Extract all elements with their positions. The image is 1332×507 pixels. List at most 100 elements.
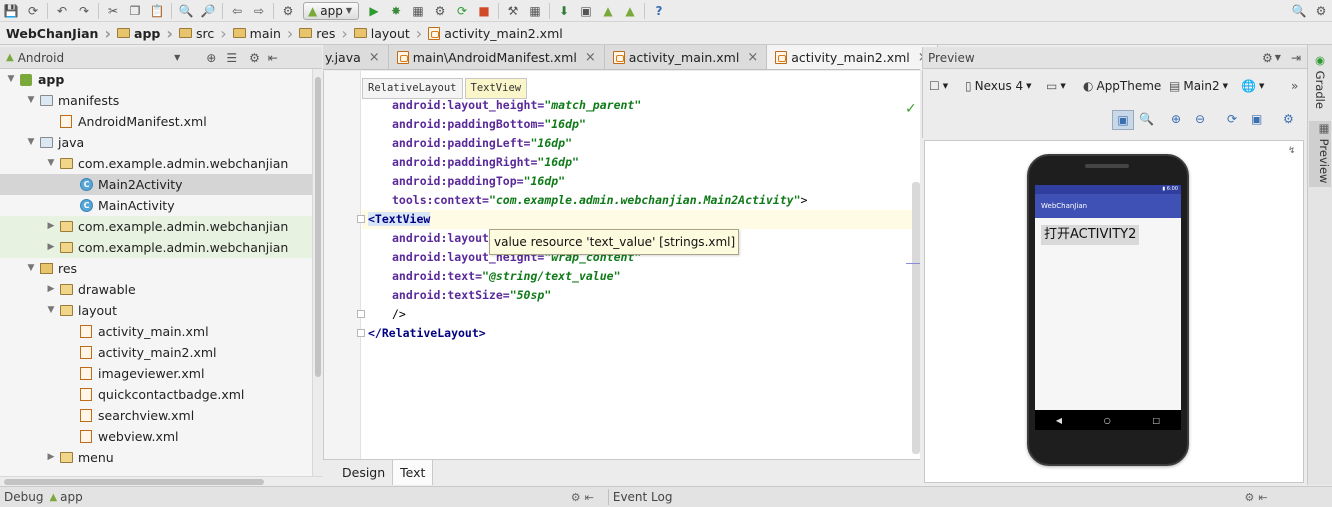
tree-item[interactable]: quickcontactbadge.xml — [0, 384, 312, 405]
preview-options-icon[interactable]: ↯ — [1288, 146, 1296, 156]
tree-item[interactable]: imageviewer.xml — [0, 363, 312, 384]
tree-item[interactable]: activity_main.xml — [0, 321, 312, 342]
expand-arrow-icon[interactable]: ▼ — [26, 90, 36, 111]
fold-marker-icon[interactable] — [357, 215, 365, 223]
orientation-dropdown[interactable]: ▭ ▼ — [1046, 79, 1066, 93]
preview-settings-button[interactable]: ⚙ — [1283, 112, 1294, 126]
breadcrumb-app[interactable]: app › — [114, 22, 176, 45]
activity-dropdown[interactable]: ▤ Main2 ▼ — [1169, 79, 1228, 93]
breadcrumb-file[interactable]: activity_main2.xml — [425, 22, 566, 45]
tree-vertical-scrollbar[interactable] — [312, 69, 322, 476]
help-icon[interactable]: ? — [649, 2, 669, 20]
tree-item[interactable]: searchview.xml — [0, 405, 312, 426]
tab-design[interactable]: Design — [335, 460, 392, 485]
search-icon[interactable]: 🔍 — [1289, 2, 1309, 20]
close-icon[interactable]: × — [369, 50, 380, 65]
tree-item[interactable]: webview.xml — [0, 426, 312, 447]
more-toolbar-button[interactable]: » — [1291, 79, 1298, 93]
fold-marker-icon[interactable] — [357, 310, 365, 318]
save-icon[interactable]: 💾 — [1, 2, 21, 20]
breadcrumb-main[interactable]: main › — [230, 22, 297, 45]
code-line[interactable]: /> — [392, 305, 406, 324]
code-line[interactable]: </RelativeLayout> — [368, 324, 486, 343]
code-line[interactable]: <TextView — [368, 210, 431, 229]
gear-icon[interactable]: ⚙ — [249, 51, 260, 65]
tree-item[interactable]: ▶com.example.admin.webchanjian(test) — [0, 237, 312, 258]
collapse-arrow-icon[interactable]: ▶ — [46, 237, 56, 258]
code-line[interactable]: tools:context="com.example.admin.webchan… — [392, 191, 807, 210]
code-line[interactable]: android:layout_ — [392, 229, 496, 248]
tree-item[interactable]: C Main2Activity — [0, 174, 312, 195]
run-config-dropdown[interactable]: ▲ app ▼ — [303, 1, 359, 20]
breadcrumb-layout[interactable]: layout › — [351, 22, 425, 45]
project-structure-icon[interactable]: ⚒ — [503, 2, 523, 20]
collapse-arrow-icon[interactable]: ▶ — [46, 216, 56, 237]
refresh-button[interactable]: ⟳ — [1227, 112, 1237, 126]
back-icon[interactable]: ⇦ — [227, 2, 247, 20]
redo-icon[interactable]: ↷ — [74, 2, 94, 20]
expand-arrow-icon[interactable]: ▼ — [26, 258, 36, 279]
tree-horizontal-scrollbar[interactable] — [0, 476, 322, 486]
android-sdk-icon[interactable]: ▲ — [620, 2, 640, 20]
tree-item[interactable]: ▼ layout — [0, 300, 312, 321]
close-icon[interactable]: × — [585, 50, 596, 65]
theme-dropdown[interactable]: ◐ AppTheme — [1083, 79, 1161, 93]
scrollbar-thumb[interactable] — [315, 77, 321, 377]
code-line[interactable]: android:text="@string/text_value" — [392, 267, 621, 286]
actual-size-button[interactable]: 🔍 — [1139, 112, 1154, 126]
debug-icon[interactable]: ✸ — [386, 2, 406, 20]
device-dropdown[interactable]: ▯ Nexus 4 ▼ — [965, 79, 1032, 93]
cut-icon[interactable]: ✂ — [103, 2, 123, 20]
hide-panel-icon[interactable]: ⇤ — [268, 51, 278, 65]
tree-item[interactable]: activity_main2.xml — [0, 342, 312, 363]
tree-item[interactable]: AndroidManifest.xml — [0, 111, 312, 132]
android-device-monitor-icon[interactable]: ▲ — [598, 2, 618, 20]
tab-text[interactable]: Text — [392, 460, 434, 485]
expand-arrow-icon[interactable]: ▼ — [26, 132, 36, 153]
zoom-out-button[interactable]: ⊖ — [1195, 112, 1205, 126]
code-line[interactable]: android:textSize="50sp" — [392, 286, 551, 305]
tree-item[interactable]: ▶ menu — [0, 447, 312, 468]
collapse-arrow-icon[interactable]: ▶ — [46, 447, 56, 468]
preview-tool-button[interactable]: ▦ Preview — [1309, 121, 1331, 187]
chevron-down-icon[interactable]: ▼ — [1275, 53, 1281, 62]
gear-icon[interactable]: ⚙ — [1262, 51, 1273, 65]
expand-arrow-icon[interactable]: ▼ — [46, 300, 56, 321]
coverage-icon[interactable]: ▦ — [408, 2, 428, 20]
tab-activity-main[interactable]: activity_main.xml × — [605, 45, 768, 69]
attach-debugger-icon[interactable]: ⚙ — [430, 2, 450, 20]
settings-icon[interactable]: ⚙ — [1311, 2, 1331, 20]
project-view-mode[interactable]: Android — [18, 51, 64, 65]
chevron-down-icon[interactable]: ▼ — [174, 53, 180, 62]
code-line[interactable]: android:paddingLeft="16dp" — [392, 134, 572, 153]
replace-icon[interactable]: 🔎 — [198, 2, 218, 20]
preview-textview[interactable]: 打开ACTIVITY2 — [1041, 225, 1140, 245]
close-icon[interactable]: × — [747, 50, 758, 65]
avd-manager-icon[interactable]: ▣ — [576, 2, 596, 20]
tree-item[interactable]: ▼ manifests — [0, 90, 312, 111]
breadcrumb-res[interactable]: res › — [296, 22, 350, 45]
scrollbar-thumb[interactable] — [4, 479, 264, 485]
expand-arrow-icon[interactable]: ▼ — [46, 153, 56, 174]
tree-item[interactable]: ▶ drawable — [0, 279, 312, 300]
forward-icon[interactable]: ⇨ — [249, 2, 269, 20]
expand-arrow-icon[interactable]: ▼ — [6, 69, 16, 90]
tree-item[interactable]: ▼ com.example.admin.webchanjian — [0, 153, 312, 174]
sdk-manager-icon[interactable]: ▦ — [525, 2, 545, 20]
gear-icon[interactable]: ⚙ — [1244, 491, 1254, 504]
paste-icon[interactable]: 📋 — [147, 2, 167, 20]
collapse-arrow-icon[interactable]: ▶ — [46, 279, 56, 300]
tree-item[interactable]: C MainActivity — [0, 195, 312, 216]
scroll-from-source-icon[interactable]: ⊕ — [206, 51, 216, 65]
make-project-icon[interactable]: ⚙ — [278, 2, 298, 20]
zoom-to-fit-button[interactable]: ▣ — [1112, 110, 1134, 130]
code-line[interactable]: android:paddingTop="16dp" — [392, 172, 565, 191]
find-icon[interactable]: 🔍 — [176, 2, 196, 20]
screenshot-button[interactable]: ▣ — [1251, 112, 1262, 126]
gear-icon[interactable]: ⚙ — [571, 491, 581, 504]
code-line[interactable]: android:paddingRight="16dp" — [392, 153, 579, 172]
tab-activity-main2[interactable]: activity_main2.xml × — [767, 45, 938, 69]
tab-java-file[interactable]: y.java × — [323, 45, 389, 69]
tree-item[interactable]: ▶com.example.admin.webchanjian(andro — [0, 216, 312, 237]
sync-icon[interactable]: ⟳ — [23, 2, 43, 20]
